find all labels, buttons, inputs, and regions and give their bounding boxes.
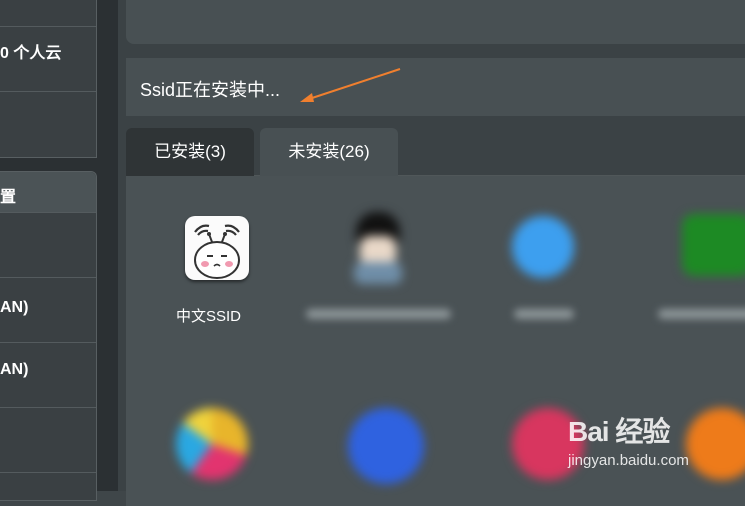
sidebar-item-personal-cloud[interactable]: 0 个人云 — [0, 26, 96, 82]
sidebar-item-label: AN) — [0, 361, 29, 378]
sidebar-item-blank[interactable] — [0, 91, 96, 157]
app-label-blurred — [306, 309, 451, 319]
ssid-wifi-mascot-icon — [185, 216, 249, 280]
app-tile-blurred[interactable] — [646, 176, 745, 346]
blue-app-icon[interactable] — [348, 408, 424, 484]
top-card — [126, 0, 745, 44]
orange-app-icon[interactable] — [686, 408, 745, 480]
sidebar-item-label: AN) — [0, 299, 29, 316]
avatar-icon — [350, 212, 406, 284]
tab-uninstalled-label: 未安装(26) — [288, 142, 370, 161]
app-tile-ssid[interactable]: 中文SSID — [126, 176, 296, 346]
sidebar-header-label: 置 — [0, 189, 17, 206]
annotation-arrow-icon — [300, 68, 401, 102]
sidebar-panel-top: 0 个人云 — [0, 0, 97, 158]
install-status-text: Ssid正在安装中... — [140, 80, 281, 100]
sidebar-item-lan[interactable]: AN) — [0, 342, 96, 407]
baidu-jingyan-watermark: Bai 经验 jingyan.baidu.com — [568, 410, 689, 469]
sidebar-panel-settings: 置 AN) AN) — [0, 171, 97, 501]
app-label: 中文SSID — [176, 308, 242, 325]
tab-uninstalled[interactable]: 未安装(26) — [260, 128, 398, 176]
app-tile-blurred[interactable] — [496, 176, 596, 346]
install-status-bar: Ssid正在安装中... — [126, 58, 745, 116]
sidebar-item-label: 0 个人云 — [0, 45, 62, 62]
green-app-icon — [682, 214, 745, 276]
app-label-blurred — [658, 309, 745, 319]
tab-installed-label: 已安装(3) — [154, 142, 226, 161]
sidebar-item-blank[interactable] — [0, 407, 96, 472]
sidebar-item-blank[interactable] — [0, 472, 96, 502]
blue-circle-icon — [512, 216, 574, 278]
sidebar-item-wan[interactable]: AN) — [0, 277, 96, 342]
tab-installed[interactable]: 已安装(3) — [126, 128, 254, 176]
watermark-url: jingyan.baidu.com — [568, 452, 689, 469]
watermark-brand: Bai 经验 — [568, 416, 670, 447]
multicolor-app-icon[interactable] — [176, 408, 248, 480]
sidebar: 0 个人云 置 AN) AN) — [0, 0, 118, 501]
sidebar-panel-header: 置 — [0, 172, 96, 212]
app-tile-blurred[interactable] — [306, 176, 456, 346]
sidebar-item-blank[interactable] — [0, 212, 96, 277]
app-label-blurred — [514, 309, 574, 319]
